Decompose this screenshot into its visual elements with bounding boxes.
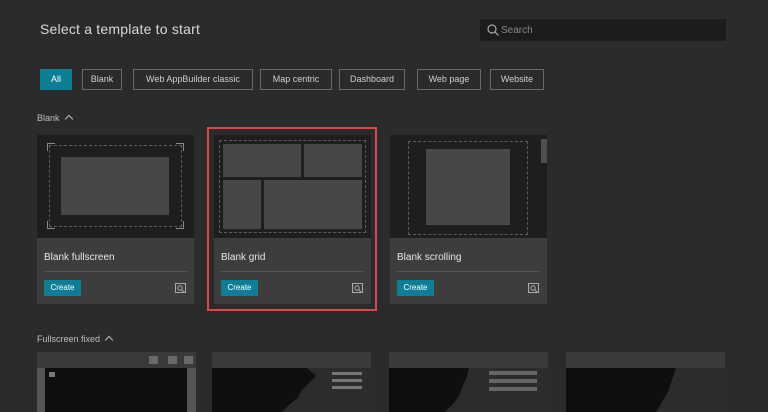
- create-button[interactable]: Create: [44, 280, 81, 296]
- template-thumbnail: [390, 135, 547, 238]
- create-button[interactable]: Create: [397, 280, 434, 296]
- template-name: Blank scrolling: [397, 252, 462, 263]
- filter-web-page[interactable]: Web page: [417, 69, 481, 90]
- template-name: Blank fullscreen: [44, 252, 115, 263]
- template-card-blank-fullscreen[interactable]: Blank fullscreen Create: [37, 135, 194, 304]
- section-header-blank[interactable]: Blank: [37, 113, 73, 124]
- card-divider: [397, 271, 540, 272]
- section-header-fullscreen-fixed[interactable]: Fullscreen fixed: [37, 334, 114, 345]
- filter-website[interactable]: Website: [490, 69, 544, 90]
- map-thumbnail: [656, 368, 725, 412]
- template-card-blank-scrolling[interactable]: Blank scrolling Create: [390, 135, 547, 304]
- template-card[interactable]: [389, 352, 548, 412]
- template-thumbnail: [37, 135, 194, 238]
- filter-map-centric[interactable]: Map centric: [260, 69, 332, 90]
- template-card[interactable]: [566, 352, 725, 412]
- chevron-up-icon: [104, 335, 114, 345]
- section-label: Fullscreen fixed: [37, 334, 101, 344]
- selected-card-highlight: [207, 127, 377, 311]
- page-title: Select a template to start: [40, 21, 201, 37]
- section-label: Blank: [37, 113, 60, 123]
- card-divider: [44, 271, 187, 272]
- search-input[interactable]: [501, 22, 717, 38]
- filter-blank[interactable]: Blank: [82, 69, 122, 90]
- preview-icon[interactable]: [528, 283, 539, 293]
- search-box[interactable]: [480, 19, 726, 41]
- template-card[interactable]: [37, 352, 196, 412]
- filter-web-appbuilder-classic[interactable]: Web AppBuilder classic: [133, 69, 253, 90]
- chevron-up-icon: [64, 114, 73, 124]
- template-card[interactable]: [212, 352, 371, 412]
- search-icon: [487, 24, 499, 36]
- preview-icon[interactable]: [175, 283, 186, 293]
- scrollbar: [541, 139, 547, 163]
- filter-all[interactable]: All: [40, 69, 72, 90]
- filter-dashboard[interactable]: Dashboard: [339, 69, 405, 90]
